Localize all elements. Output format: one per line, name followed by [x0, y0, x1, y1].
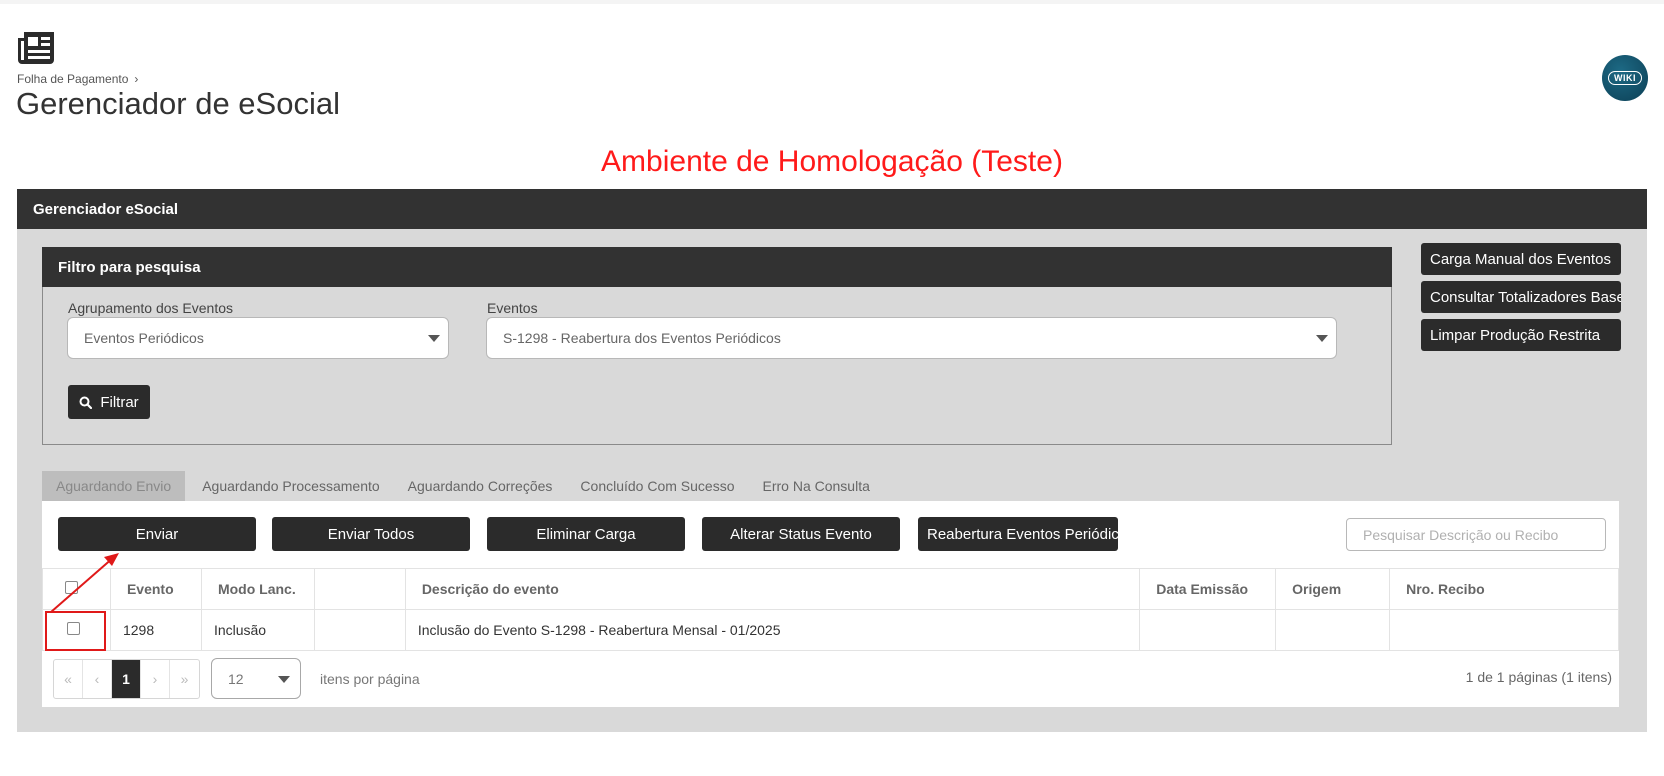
- cell-descricao: Inclusão do Evento S-1298 - Reabertura M…: [404, 609, 1141, 651]
- column-header-origem[interactable]: Origem: [1275, 568, 1391, 610]
- page-1-button[interactable]: 1: [112, 660, 141, 698]
- cell-nro-recibo: [1389, 609, 1619, 651]
- wiki-button[interactable]: WIKI: [1602, 55, 1648, 101]
- tab-aguardando-correcoes[interactable]: Aguardando Correções: [394, 471, 567, 501]
- filter-body: [42, 287, 1392, 445]
- wiki-label: WIKI: [1608, 71, 1642, 85]
- column-header-modo-lanc[interactable]: Modo Lanc.: [200, 568, 315, 610]
- status-tabs: Aguardando Envio Aguardando Processament…: [42, 471, 884, 501]
- manual-load-button[interactable]: Carga Manual dos Eventos: [1421, 243, 1621, 275]
- tab-aguardando-envio[interactable]: Aguardando Envio: [42, 471, 186, 501]
- grouping-select-value: Eventos Periódicos: [84, 330, 204, 346]
- cell-origem: [1275, 609, 1391, 651]
- events-table: Evento Modo Lanc. Descrição do evento Da…: [42, 568, 1619, 651]
- select-all-checkbox[interactable]: [65, 581, 78, 594]
- events-label: Eventos: [487, 300, 538, 316]
- per-page-label: itens por página: [320, 671, 420, 687]
- grouping-select[interactable]: Eventos Periódicos: [67, 317, 449, 359]
- chevron-right-icon: ›: [134, 72, 139, 86]
- table-row[interactable]: 1298 Inclusão Inclusão do Evento S-1298 …: [42, 609, 1619, 651]
- tab-erro-na-consulta[interactable]: Erro Na Consulta: [749, 471, 884, 501]
- clear-restricted-button[interactable]: Limpar Produção Restrita: [1421, 319, 1621, 351]
- page-size-value: 12: [228, 670, 244, 687]
- last-page-button[interactable]: »: [170, 660, 199, 698]
- tab-aguardando-processamento[interactable]: Aguardando Processamento: [188, 471, 393, 501]
- select-all-cell: [42, 568, 111, 610]
- delete-load-button[interactable]: Eliminar Carga: [487, 517, 685, 551]
- newspaper-icon: [18, 32, 54, 64]
- column-header-data-emissao[interactable]: Data Emissão: [1139, 568, 1277, 610]
- column-header-nro-recibo[interactable]: Nro. Recibo: [1389, 568, 1619, 610]
- send-button[interactable]: Enviar: [58, 517, 256, 551]
- next-page-button[interactable]: ›: [141, 660, 170, 698]
- filter-header: Filtro para pesquisa: [42, 247, 1392, 287]
- caret-down-icon: [278, 676, 290, 683]
- column-header-blank: [313, 568, 406, 610]
- tab-concluido-com-sucesso[interactable]: Concluído Com Sucesso: [566, 471, 748, 501]
- search-icon: [79, 396, 93, 409]
- column-header-descricao[interactable]: Descrição do evento: [404, 568, 1141, 610]
- prev-page-button[interactable]: ‹: [83, 660, 112, 698]
- page-info: 1 de 1 páginas (1 itens): [1465, 669, 1612, 685]
- events-select[interactable]: S-1298 - Reabertura dos Eventos Periódic…: [486, 317, 1337, 359]
- environment-banner: Ambiente de Homologação (Teste): [601, 145, 1063, 178]
- events-select-value: S-1298 - Reabertura dos Eventos Periódic…: [503, 330, 781, 346]
- cell-modo-lanc: Inclusão: [200, 609, 315, 651]
- panel-header: Gerenciador eSocial: [17, 189, 1647, 229]
- reopen-periodic-button[interactable]: Reabertura Eventos Periódic: [918, 517, 1118, 551]
- first-page-button[interactable]: «: [54, 660, 83, 698]
- pagination: « ‹ 1 › »: [53, 659, 200, 699]
- caret-down-icon: [428, 335, 440, 342]
- page-size-select[interactable]: 12: [211, 658, 301, 699]
- breadcrumb-item[interactable]: Folha de Pagamento: [17, 72, 128, 86]
- page-title: Gerenciador de eSocial: [16, 86, 340, 121]
- filter-button-label: Filtrar: [100, 393, 139, 411]
- grouping-label: Agrupamento dos Eventos: [68, 300, 233, 316]
- breadcrumb: Folha de Pagamento ›: [17, 72, 138, 86]
- cell-blank: [313, 609, 406, 651]
- annotation-highlight-box: [45, 611, 106, 651]
- filter-button[interactable]: Filtrar: [68, 385, 150, 419]
- send-all-button[interactable]: Enviar Todos: [272, 517, 470, 551]
- column-header-evento[interactable]: Evento: [109, 568, 202, 610]
- top-border: [0, 0, 1664, 4]
- search-input[interactable]: [1346, 518, 1606, 551]
- totalizers-button[interactable]: Consultar Totalizadores Base: [1421, 281, 1621, 313]
- change-status-button[interactable]: Alterar Status Evento: [702, 517, 900, 551]
- caret-down-icon: [1316, 335, 1328, 342]
- table-header-row: Evento Modo Lanc. Descrição do evento Da…: [42, 568, 1619, 610]
- cell-evento: 1298: [109, 609, 202, 651]
- cell-data-emissao: [1139, 609, 1277, 651]
